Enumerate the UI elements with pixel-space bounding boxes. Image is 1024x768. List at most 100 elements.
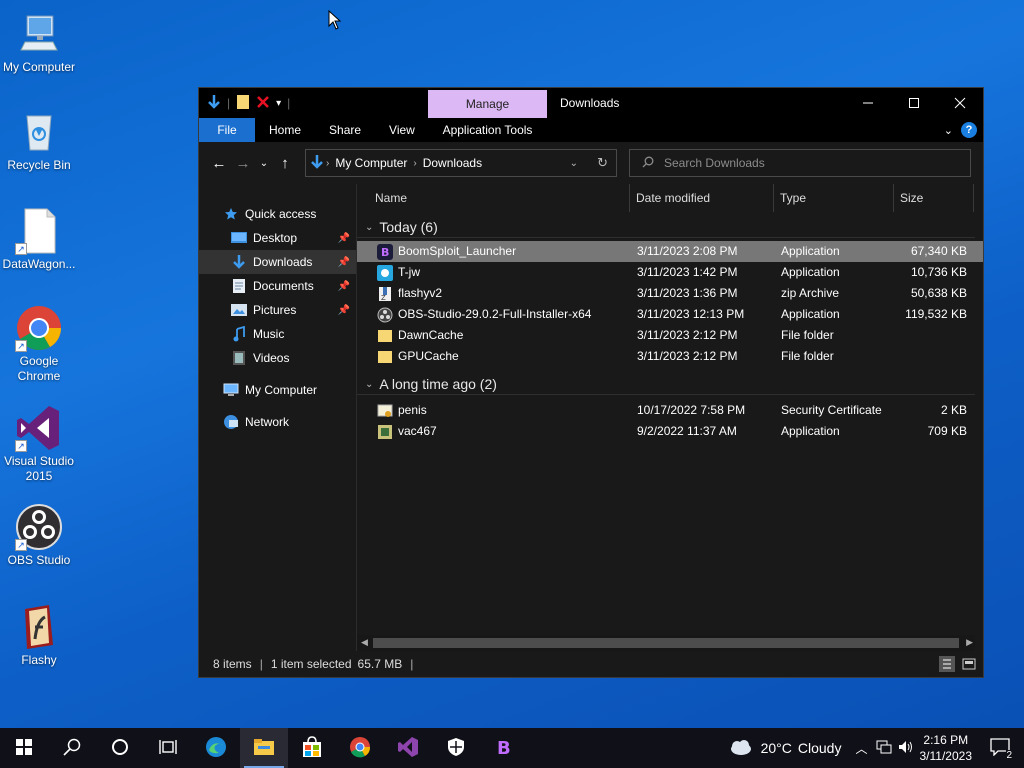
nav-item-videos[interactable]: Videos — [199, 346, 356, 370]
taskbar-security[interactable] — [432, 728, 480, 768]
tab-home[interactable]: Home — [255, 118, 315, 142]
tab-application-tools[interactable]: Application Tools — [428, 118, 547, 142]
clock[interactable]: 2:16 PM 3/11/2023 — [920, 732, 973, 764]
nav-item-documents[interactable]: Documents 📌 — [199, 274, 356, 298]
volume-icon[interactable] — [898, 740, 914, 757]
file-icon: ↗ — [15, 207, 63, 255]
tab-file[interactable]: File — [199, 118, 255, 142]
file-row[interactable]: B BoomSploit_Launcher 3/11/2023 2:08 PM A… — [357, 241, 983, 262]
shortcut-arrow-icon: ↗ — [15, 340, 27, 352]
new-folder-icon[interactable] — [236, 94, 250, 113]
refresh-icon[interactable]: ↻ — [597, 155, 608, 171]
file-type: zip Archive — [781, 286, 840, 300]
maximize-button[interactable] — [891, 88, 937, 118]
recent-locations-chevron-icon[interactable]: ⌄ — [255, 158, 273, 169]
desktop-icon-visual-studio[interactable]: ↗ Visual Studio 2015 — [0, 404, 78, 484]
breadcrumb-downloads[interactable]: Downloads — [423, 156, 482, 170]
notifications-icon[interactable]: 2 — [990, 737, 1012, 761]
start-button[interactable] — [0, 728, 48, 768]
pin-icon[interactable]: 📌 — [338, 305, 350, 316]
nav-item-music[interactable]: Music — [199, 322, 356, 346]
file-row[interactable]: OBS-Studio-29.0.2-Full-Installer-x64 3/1… — [357, 304, 983, 325]
scroll-left-icon[interactable]: ◀ — [361, 637, 368, 648]
nav-item-downloads[interactable]: Downloads 📌 — [199, 250, 356, 274]
forward-arrow-icon[interactable]: → — [231, 155, 255, 172]
file-row[interactable]: Zflashyv2 3/11/2023 1:36 PM zip Archive … — [357, 283, 983, 304]
nav-quick-access[interactable]: Quick access — [199, 202, 356, 226]
scroll-right-icon[interactable]: ▶ — [966, 637, 973, 648]
nav-network[interactable]: Network — [199, 410, 356, 434]
nav-my-computer[interactable]: My Computer — [199, 378, 356, 402]
details-view-icon[interactable] — [939, 656, 955, 672]
large-icons-view-icon[interactable] — [961, 656, 977, 672]
pin-icon[interactable]: 📌 — [338, 233, 350, 244]
weather-temp[interactable]: 20°C — [761, 740, 792, 756]
close-button[interactable] — [937, 88, 983, 118]
qat-dropdown-icon[interactable]: ▾ — [276, 98, 281, 109]
desktop-icon-my-computer[interactable]: My Computer — [0, 10, 78, 75]
file-name: BoomSploit_Launcher — [398, 244, 517, 258]
download-arrow-icon[interactable] — [207, 94, 221, 113]
taskbar-chrome[interactable] — [336, 728, 384, 768]
file-row[interactable]: GPUCache 3/11/2023 2:12 PM File folder — [357, 346, 983, 367]
file-row[interactable]: penis 10/17/2022 7:58 PM Security Certif… — [357, 400, 983, 421]
group-header-today[interactable]: ⌄ Today (6) — [357, 216, 983, 238]
taskbar-edge[interactable] — [192, 728, 240, 768]
desktop-icon-datawagon[interactable]: ↗ DataWagon... — [0, 207, 78, 272]
cortana-button[interactable] — [96, 728, 144, 768]
breadcrumb-separator-icon: › — [413, 157, 417, 169]
desktop-icon-chrome[interactable]: ↗ Google Chrome — [0, 304, 78, 384]
minimize-button[interactable] — [845, 88, 891, 118]
desktop-icon-flashy[interactable]: Flashy — [0, 603, 78, 668]
group-header-long-ago[interactable]: ⌄ A long time ago (2) — [357, 373, 983, 395]
desktop-icon-recycle-bin[interactable]: Recycle Bin — [0, 108, 78, 173]
view-switcher — [939, 656, 977, 672]
column-header-size[interactable]: Size — [894, 184, 974, 212]
network-tray-icon[interactable] — [876, 740, 892, 757]
status-size: 65.7 MB — [357, 657, 403, 671]
horizontal-scrollbar[interactable]: ◀ ▶ — [357, 635, 975, 651]
taskbar-boomsploit[interactable]: B — [480, 728, 528, 768]
nav-item-desktop[interactable]: Desktop 📌 — [199, 226, 356, 250]
taskbar-store[interactable] — [288, 728, 336, 768]
file-row[interactable]: vac467 9/2/2022 11:37 AM Application 709… — [357, 421, 983, 442]
address-dropdown-icon[interactable]: ⌄ — [570, 158, 578, 169]
manage-tab[interactable]: Manage — [428, 90, 547, 118]
file-list-pane: Name Date modified Type Size ⌄ Today (6)… — [357, 184, 983, 651]
system-tray: 20°C Cloudy ︿ 2:16 PM 3/11/2023 2 — [727, 728, 1024, 768]
breadcrumb-my-computer[interactable]: My Computer — [335, 156, 407, 170]
delete-icon[interactable] — [256, 95, 270, 112]
tab-view[interactable]: View — [375, 118, 429, 142]
column-header-name[interactable]: Name — [369, 184, 630, 212]
desktop-icon-label: DataWagon... — [2, 257, 76, 271]
task-view-button[interactable] — [144, 728, 192, 768]
file-row[interactable]: DawnCache 3/11/2023 2:12 PM File folder — [357, 325, 983, 346]
scrollbar-thumb[interactable] — [373, 638, 959, 648]
tab-share[interactable]: Share — [315, 118, 375, 142]
weather-text[interactable]: Cloudy — [798, 740, 842, 756]
visual-studio-icon — [397, 736, 419, 761]
up-arrow-icon[interactable]: ↑ — [273, 155, 297, 172]
file-date: 3/11/2023 2:08 PM — [637, 244, 738, 258]
column-header-type[interactable]: Type — [774, 184, 894, 212]
file-row[interactable]: T-jw 3/11/2023 1:42 PM Application 10,73… — [357, 262, 983, 283]
show-hidden-icons-chevron-icon[interactable]: ︿ — [855, 740, 867, 757]
pin-icon[interactable]: 📌 — [338, 257, 350, 268]
search-button[interactable] — [48, 728, 96, 768]
taskbar-file-explorer[interactable] — [240, 728, 288, 768]
desktop-icon-obs[interactable]: ↗ OBS Studio — [0, 503, 78, 568]
svg-text:B: B — [497, 738, 511, 758]
expand-ribbon-chevron-icon[interactable]: ⌄ — [944, 124, 953, 137]
file-name: OBS-Studio-29.0.2-Full-Installer-x64 — [398, 307, 592, 321]
address-box[interactable]: › My Computer › Downloads ⌄ ↻ — [305, 149, 617, 177]
column-header-date[interactable]: Date modified — [630, 184, 774, 212]
back-arrow-icon[interactable]: ← — [207, 155, 231, 172]
help-icon[interactable]: ? — [961, 122, 977, 138]
pin-icon[interactable]: 📌 — [338, 281, 350, 292]
nav-label: Quick access — [245, 207, 317, 221]
weather-cloud-icon[interactable] — [727, 738, 753, 759]
search-input[interactable] — [664, 156, 944, 170]
nav-item-pictures[interactable]: Pictures 📌 — [199, 298, 356, 322]
taskbar-visual-studio[interactable] — [384, 728, 432, 768]
search-box[interactable] — [629, 149, 971, 177]
